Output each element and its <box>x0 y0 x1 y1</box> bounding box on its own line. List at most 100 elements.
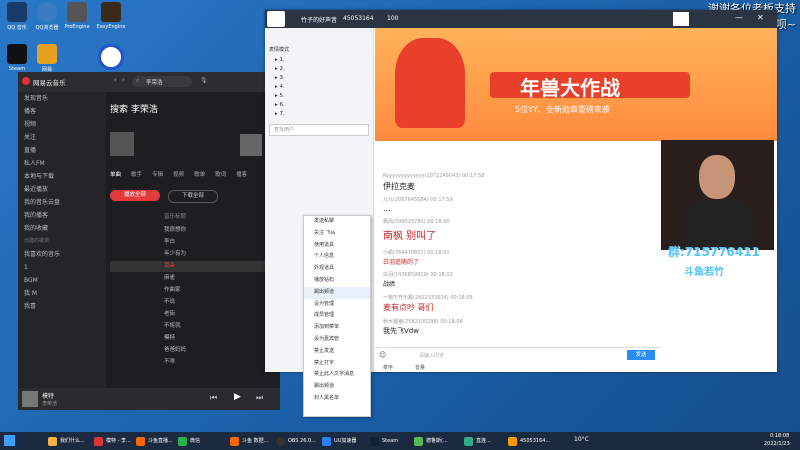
sidebar-item-follow[interactable]: 关注 <box>18 131 106 144</box>
taskbar-item[interactable]: 45053164... <box>506 434 568 448</box>
sidebar-item-my-podcast[interactable]: 我的播客 <box>18 209 106 222</box>
sidebar-item-podcast[interactable]: 播客 <box>18 105 106 118</box>
menu-item-ban-text[interactable]: 禁止此人文字消息 <box>304 369 370 381</box>
desktop-icon-4[interactable]: EasyEngine <box>96 2 126 30</box>
next-icon[interactable]: ⏭ <box>256 393 263 403</box>
download-all-button[interactable]: 下载全部 <box>168 190 218 203</box>
forward-arrow-icon[interactable]: › <box>122 76 125 84</box>
tab-albums[interactable]: 专辑 <box>152 172 163 178</box>
user-search-input[interactable]: 查找用户 <box>269 124 369 136</box>
song-row[interactable]: 不说 <box>110 297 276 308</box>
playlist-item[interactable]: 1 <box>18 261 106 274</box>
taskbar-item[interactable]: 微信 <box>176 434 220 448</box>
playlist-item[interactable]: 我喜欢的音乐 <box>18 248 106 261</box>
weather-text[interactable]: 10°C <box>574 436 589 443</box>
menu-item-no-typing[interactable]: 禁止打字 <box>304 358 370 370</box>
sidebar-item-collection[interactable]: 我的收藏 <box>18 222 106 235</box>
song-row[interactable]: 我很想你 <box>110 225 276 236</box>
song-row[interactable]: 不将就 <box>110 321 276 332</box>
tab-playlists[interactable]: 歌单 <box>194 172 205 178</box>
close-icon[interactable]: ✕ <box>757 13 764 22</box>
song-row[interactable]: 老街 <box>110 309 276 320</box>
clock-time[interactable]: 0:18:08 <box>770 433 789 439</box>
chat-input-bar[interactable]: ☺ 请输入内容 发送 <box>375 347 661 363</box>
msg-time: 00:17:58 <box>461 173 485 179</box>
menu-item-follow[interactable]: 关注 飞ia <box>304 228 370 240</box>
emoji-icon[interactable]: ☺ <box>379 351 386 359</box>
menu-item-kick-channel[interactable]: 踢出频道 <box>304 381 370 393</box>
send-button[interactable]: 发送 <box>627 350 655 360</box>
mic-queue-bar: 麦序 音量 <box>375 362 661 372</box>
menu-item-kick[interactable]: 踢出频道 <box>304 286 370 299</box>
sidebar-item-live[interactable]: 直播 <box>18 144 106 157</box>
streamer-face <box>699 155 735 199</box>
desktop-icon-5[interactable]: Steam <box>2 44 32 72</box>
tree-item[interactable]: ▸ 7. <box>275 110 285 118</box>
song-row[interactable]: 李白 <box>110 237 276 248</box>
menu-item-guest-admin[interactable]: 设为嘉宾管 <box>304 334 370 346</box>
desktop-icon-6[interactable]: 网易 <box>32 44 62 73</box>
menu-item-diamond[interactable]: 播放钻石 <box>304 275 370 287</box>
song-row[interactable]: 不乖 <box>110 357 276 368</box>
artist-avatar[interactable] <box>110 132 134 156</box>
play-all-button[interactable]: 播放全部 <box>110 190 160 201</box>
mic-icon[interactable]: 🎙 <box>200 77 208 84</box>
msg-user: 枫风(599015780) <box>383 219 426 225</box>
tab-lyrics[interactable]: 歌词 <box>215 172 226 178</box>
chat-msg-meta: 小颜(764470807) 00:18:01 <box>383 249 450 256</box>
sidebar-item-local[interactable]: 本地与下载 <box>18 170 106 183</box>
tree-item[interactable]: ▸ 1. <box>275 56 285 64</box>
menu-item-add-menu[interactable]: 添加到菜单 <box>304 322 370 334</box>
playlist-item[interactable]: BGM <box>18 274 106 287</box>
prev-icon[interactable]: ⏮ <box>210 393 217 403</box>
artist-photo[interactable] <box>240 134 262 156</box>
sidebar-item-cloud[interactable]: 我的音乐云盘 <box>18 196 106 209</box>
tree-item[interactable]: ▸ 4. <box>275 83 285 91</box>
minimize-icon[interactable]: — <box>735 13 743 22</box>
back-arrow-icon[interactable]: ‹ <box>114 76 117 84</box>
playlist-item[interactable]: 我 M <box>18 287 106 300</box>
menu-item-private-chat[interactable]: 发送私聊 <box>304 216 370 228</box>
menu-item-profile[interactable]: 个人信息 <box>304 251 370 263</box>
clock-date[interactable]: 2022/1/23 <box>764 441 790 447</box>
desktop-icon-1[interactable]: QQ 音乐 <box>2 2 32 31</box>
tree-item[interactable]: ▸ 3. <box>275 74 285 82</box>
song-row[interactable]: 作曲家 <box>110 285 276 296</box>
song-row[interactable]: 麻雀 <box>110 273 276 284</box>
desktop-icon-2[interactable]: QQ浏览器 <box>32 2 62 31</box>
tree-item[interactable]: ▸ 5. <box>275 92 285 100</box>
sidebar-item-video[interactable]: 视频 <box>18 118 106 131</box>
playlist-item[interactable]: 我喜 <box>18 300 106 313</box>
menu-item-use-prop[interactable]: 使用道具 <box>304 240 370 252</box>
play-icon[interactable]: ▶ <box>234 392 241 402</box>
song-row[interactable]: 模特 <box>110 333 276 344</box>
search-input[interactable]: ⌕ 李荣浩 <box>132 76 192 87</box>
event-banner[interactable]: 年兽大作战 5位YY、全新勋章重磅来袭 <box>375 28 777 141</box>
menu-item-blacklist[interactable]: 封人黑名单 <box>304 393 370 405</box>
tab-videos[interactable]: 视频 <box>173 172 184 178</box>
sidebar-item-recent[interactable]: 最近播放 <box>18 183 106 196</box>
song-row[interactable]: 爸爸妈妈 <box>110 345 276 356</box>
yy-home-button[interactable] <box>673 12 689 26</box>
sidebar-item-discover[interactable]: 发现音乐 <box>18 92 106 105</box>
mic-queue-button[interactable]: 麦序 <box>383 364 393 371</box>
start-icon[interactable] <box>4 435 15 446</box>
tab-artists[interactable]: 歌手 <box>131 172 142 178</box>
tab-songs[interactable]: 单曲 <box>110 172 121 178</box>
desktop-icon-3[interactable]: ProEngine <box>62 2 92 30</box>
song-row-playing[interactable]: 耳朵 <box>110 261 276 272</box>
volume-button[interactable]: 音量 <box>415 364 425 371</box>
tree-item[interactable]: ▸ 6. <box>275 101 285 109</box>
emoji-mode-label[interactable]: 表情模式 <box>269 46 289 53</box>
menu-item-appearance[interactable]: 外观道具 <box>304 263 370 275</box>
song-row[interactable]: 年少有为 <box>110 249 276 260</box>
menu-item-member-manage[interactable]: 成员管理 <box>304 310 370 322</box>
weibo-text: 斗鱼若竹 <box>684 267 724 278</box>
home-icon[interactable] <box>267 11 285 27</box>
menu-item-mute[interactable]: 禁止发送 <box>304 346 370 358</box>
tree-item[interactable]: ▸ 2. <box>275 65 285 73</box>
sidebar-item-fm[interactable]: 私人FM <box>18 157 106 170</box>
menu-item-set-admin[interactable]: 设为管理 <box>304 299 370 311</box>
album-cover[interactable] <box>22 391 38 407</box>
tab-podcasts[interactable]: 播客 <box>236 172 247 178</box>
